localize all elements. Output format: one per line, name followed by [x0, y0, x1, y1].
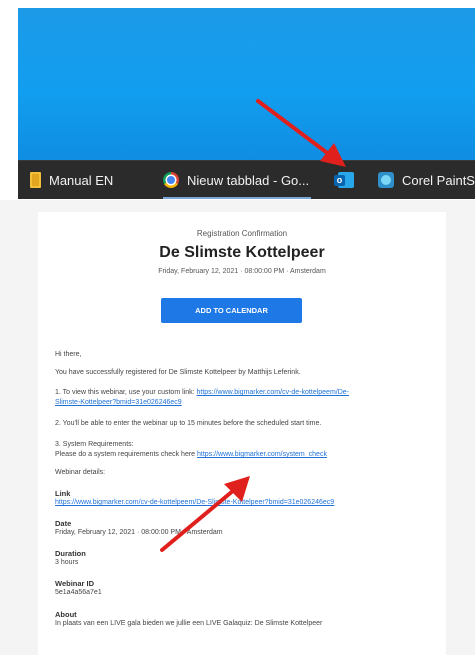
chrome-icon: [163, 172, 179, 188]
greeting: Hi there,: [55, 351, 82, 358]
duration-label: Duration: [55, 549, 86, 558]
date-value: Friday, February 12, 2021 · 08:00:00 PM …: [55, 529, 223, 536]
taskbar-item-chrome[interactable]: Nieuw tabblad - Go...: [163, 161, 311, 199]
custom-link[interactable]: https://www.bigmarker.com/cv-de-kottelpe…: [197, 389, 350, 396]
desktop-area: Manual EN Nieuw tabblad - Go... o Corel …: [0, 0, 475, 200]
registration-label: Registration Confirmation: [196, 229, 288, 238]
webinar-id-label: Webinar ID: [55, 579, 95, 588]
active-indicator: [163, 197, 311, 199]
folder-icon: [30, 172, 41, 188]
date-label: Date: [55, 519, 72, 528]
webinar-id-value: 5e1a4a56a7e1: [55, 589, 102, 596]
email-card: Registration Confirmation De Slimste Kot…: [38, 212, 446, 655]
about-value: In plaats van een LIVE gala bieden we ju…: [55, 620, 323, 627]
add-to-calendar-button[interactable]: ADD TO CALENDAR: [161, 298, 302, 323]
taskbar: Manual EN Nieuw tabblad - Go... o Corel …: [18, 160, 475, 199]
taskbar-item-label: Manual EN: [49, 172, 114, 188]
desktop-wallpaper: [18, 8, 475, 160]
taskbar-item-label: Corel PaintSh: [402, 172, 475, 188]
registered-message: You have successfully registered for De …: [55, 369, 301, 376]
step3-title: 3. System Requirements:: [55, 441, 134, 448]
taskbar-item-label: Nieuw tabblad - Go...: [187, 172, 310, 188]
system-check-link[interactable]: https://www.bigmarker.com/system_check: [197, 451, 327, 458]
step3: Please do a system requirements check he…: [55, 451, 327, 458]
step2: 2. You'll be able to enter the webinar u…: [55, 420, 322, 427]
taskbar-item-manual-en[interactable]: Manual EN: [30, 161, 113, 199]
about-label: About: [55, 610, 77, 619]
webinar-link[interactable]: https://www.bigmarker.com/cv-de-kottelpe…: [55, 499, 334, 506]
custom-link-continued[interactable]: Slimste-Kottelpeer?bmid=31e026246ec9: [55, 399, 182, 406]
step1: 1. To view this webinar, use your custom…: [55, 389, 349, 396]
taskbar-item-outlook[interactable]: o: [334, 161, 354, 199]
webinar-datetime: Friday, February 12, 2021 · 08:00:00 PM …: [158, 268, 326, 275]
link-label: Link: [55, 489, 71, 498]
webinar-details-heading: Webinar details:: [55, 469, 106, 476]
step1-text: 1. To view this webinar, use your custom…: [55, 389, 197, 396]
outlook-icon: o: [334, 172, 354, 188]
taskbar-item-corel[interactable]: Corel PaintSh: [378, 161, 475, 199]
webinar-title: De Slimste Kottelpeer: [159, 244, 325, 261]
corel-paintshop-icon: [378, 172, 394, 188]
step3-text: Please do a system requirements check he…: [55, 451, 198, 458]
duration-value: 3 hours: [55, 559, 79, 566]
